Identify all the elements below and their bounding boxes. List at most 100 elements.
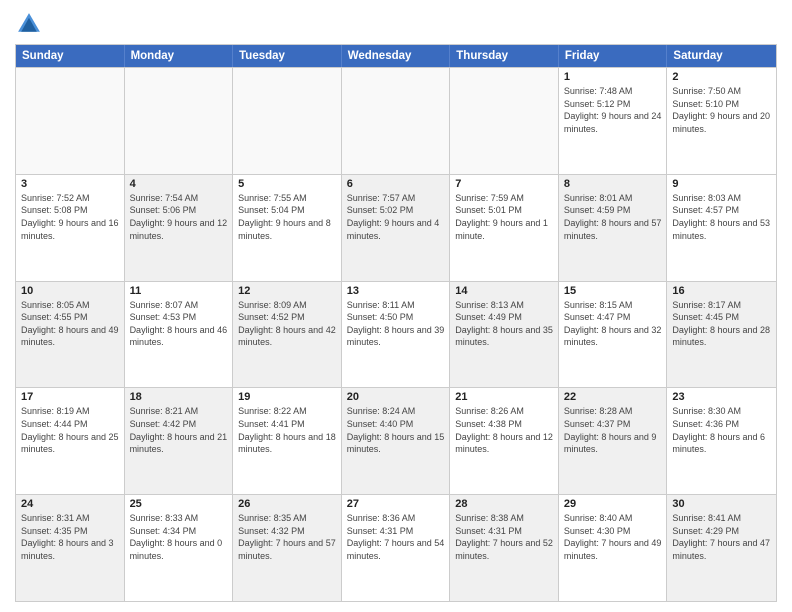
- calendar-cell: 12 Sunrise: 8:09 AM Sunset: 4:52 PM Dayli…: [233, 282, 342, 388]
- calendar-cell: 15 Sunrise: 8:15 AM Sunset: 4:47 PM Dayli…: [559, 282, 668, 388]
- calendar-cell: 26 Sunrise: 8:35 AM Sunset: 4:32 PM Dayli…: [233, 495, 342, 601]
- calendar-cell: 27 Sunrise: 8:36 AM Sunset: 4:31 PM Dayli…: [342, 495, 451, 601]
- day-number: 21: [455, 391, 553, 403]
- day-number: 27: [347, 498, 445, 510]
- day-info: Sunrise: 8:22 AM Sunset: 4:41 PM Dayligh…: [238, 405, 336, 455]
- day-number: 9: [672, 178, 771, 190]
- day-number: 20: [347, 391, 445, 403]
- calendar-cell: 11Sunrise: 8:07 AM Sunset: 4:53 PM Dayli…: [125, 282, 234, 388]
- day-number: 19: [238, 391, 336, 403]
- day-info: Sunrise: 7:50 AM Sunset: 5:10 PM Dayligh…: [672, 85, 771, 135]
- day-info: Sunrise: 8:21 AM Sunset: 4:42 PM Dayligh…: [130, 405, 228, 455]
- day-of-week-header: Saturday: [667, 45, 776, 67]
- calendar-cell: 18 Sunrise: 8:21 AM Sunset: 4:42 PM Dayli…: [125, 388, 234, 494]
- day-info: Sunrise: 8:28 AM Sunset: 4:37 PM Dayligh…: [564, 405, 662, 455]
- day-number: 25: [130, 498, 228, 510]
- day-number: 5: [238, 178, 336, 190]
- day-number: 28: [455, 498, 553, 510]
- day-info: Sunrise: 8:11 AM Sunset: 4:50 PM Dayligh…: [347, 299, 445, 349]
- day-number: 7: [455, 178, 553, 190]
- calendar-cell: 8 Sunrise: 8:01 AM Sunset: 4:59 PM Daylig…: [559, 175, 668, 281]
- calendar-cell: 2 Sunrise: 7:50 AM Sunset: 5:10 PM Daylig…: [667, 68, 776, 174]
- day-info: Sunrise: 7:59 AM Sunset: 5:01 PM Dayligh…: [455, 192, 553, 242]
- calendar-cell: 5 Sunrise: 7:55 AM Sunset: 5:04 PM Daylig…: [233, 175, 342, 281]
- calendar-body: 1 Sunrise: 7:48 AM Sunset: 5:12 PM Daylig…: [16, 67, 776, 601]
- day-number: 17: [21, 391, 119, 403]
- day-info: Sunrise: 8:15 AM Sunset: 4:47 PM Dayligh…: [564, 299, 662, 349]
- day-number: 3: [21, 178, 119, 190]
- calendar-row: 3 Sunrise: 7:52 AM Sunset: 5:08 PM Daylig…: [16, 174, 776, 281]
- calendar-cell: 7 Sunrise: 7:59 AM Sunset: 5:01 PM Daylig…: [450, 175, 559, 281]
- logo-icon: [15, 10, 43, 38]
- calendar-cell: 28 Sunrise: 8:38 AM Sunset: 4:31 PM Dayli…: [450, 495, 559, 601]
- calendar: SundayMondayTuesdayWednesdayThursdayFrid…: [15, 44, 777, 602]
- day-number: 16: [672, 285, 771, 297]
- day-info: Sunrise: 7:55 AM Sunset: 5:04 PM Dayligh…: [238, 192, 336, 242]
- calendar-header: SundayMondayTuesdayWednesdayThursdayFrid…: [16, 45, 776, 67]
- calendar-cell: 16 Sunrise: 8:17 AM Sunset: 4:45 PM Dayli…: [667, 282, 776, 388]
- day-info: Sunrise: 7:48 AM Sunset: 5:12 PM Dayligh…: [564, 85, 662, 135]
- day-info: Sunrise: 8:07 AM Sunset: 4:53 PM Dayligh…: [130, 299, 228, 349]
- calendar-cell: 13Sunrise: 8:11 AM Sunset: 4:50 PM Dayli…: [342, 282, 451, 388]
- calendar-row: 24Sunrise: 8:31 AM Sunset: 4:35 PM Dayli…: [16, 494, 776, 601]
- calendar-row: 10Sunrise: 8:05 AM Sunset: 4:55 PM Dayli…: [16, 281, 776, 388]
- day-number: 1: [564, 71, 662, 83]
- day-number: 6: [347, 178, 445, 190]
- calendar-cell: 25 Sunrise: 8:33 AM Sunset: 4:34 PM Dayli…: [125, 495, 234, 601]
- calendar-cell: 9Sunrise: 8:03 AM Sunset: 4:57 PM Daylig…: [667, 175, 776, 281]
- day-info: Sunrise: 8:01 AM Sunset: 4:59 PM Dayligh…: [564, 192, 662, 242]
- day-number: 8: [564, 178, 662, 190]
- day-info: Sunrise: 8:13 AM Sunset: 4:49 PM Dayligh…: [455, 299, 553, 349]
- page: SundayMondayTuesdayWednesdayThursdayFrid…: [0, 0, 792, 612]
- day-info: Sunrise: 8:35 AM Sunset: 4:32 PM Dayligh…: [238, 512, 336, 562]
- day-number: 10: [21, 285, 119, 297]
- logo: [15, 10, 47, 38]
- day-of-week-header: Sunday: [16, 45, 125, 67]
- day-info: Sunrise: 8:33 AM Sunset: 4:34 PM Dayligh…: [130, 512, 228, 562]
- day-number: 2: [672, 71, 771, 83]
- calendar-cell: 4 Sunrise: 7:54 AM Sunset: 5:06 PM Daylig…: [125, 175, 234, 281]
- calendar-cell: 3 Sunrise: 7:52 AM Sunset: 5:08 PM Daylig…: [16, 175, 125, 281]
- day-number: 15: [564, 285, 662, 297]
- calendar-cell: 1 Sunrise: 7:48 AM Sunset: 5:12 PM Daylig…: [559, 68, 668, 174]
- day-info: Sunrise: 7:52 AM Sunset: 5:08 PM Dayligh…: [21, 192, 119, 242]
- calendar-cell: 23 Sunrise: 8:30 AM Sunset: 4:36 PM Dayli…: [667, 388, 776, 494]
- calendar-row: 1 Sunrise: 7:48 AM Sunset: 5:12 PM Daylig…: [16, 67, 776, 174]
- day-of-week-header: Wednesday: [342, 45, 451, 67]
- day-number: 23: [672, 391, 771, 403]
- day-number: 12: [238, 285, 336, 297]
- day-info: Sunrise: 8:41 AM Sunset: 4:29 PM Dayligh…: [672, 512, 771, 562]
- calendar-row: 17 Sunrise: 8:19 AM Sunset: 4:44 PM Dayli…: [16, 387, 776, 494]
- day-of-week-header: Monday: [125, 45, 234, 67]
- day-info: Sunrise: 8:38 AM Sunset: 4:31 PM Dayligh…: [455, 512, 553, 562]
- day-info: Sunrise: 8:19 AM Sunset: 4:44 PM Dayligh…: [21, 405, 119, 455]
- calendar-cell: 14 Sunrise: 8:13 AM Sunset: 4:49 PM Dayli…: [450, 282, 559, 388]
- day-info: Sunrise: 8:17 AM Sunset: 4:45 PM Dayligh…: [672, 299, 771, 349]
- day-number: 14: [455, 285, 553, 297]
- day-info: Sunrise: 8:09 AM Sunset: 4:52 PM Dayligh…: [238, 299, 336, 349]
- day-number: 30: [672, 498, 771, 510]
- calendar-cell: [233, 68, 342, 174]
- day-number: 18: [130, 391, 228, 403]
- day-info: Sunrise: 7:54 AM Sunset: 5:06 PM Dayligh…: [130, 192, 228, 242]
- calendar-cell: 29Sunrise: 8:40 AM Sunset: 4:30 PM Dayli…: [559, 495, 668, 601]
- calendar-cell: 6Sunrise: 7:57 AM Sunset: 5:02 PM Daylig…: [342, 175, 451, 281]
- day-number: 24: [21, 498, 119, 510]
- day-info: Sunrise: 8:40 AM Sunset: 4:30 PM Dayligh…: [564, 512, 662, 562]
- day-of-week-header: Friday: [559, 45, 668, 67]
- calendar-cell: [16, 68, 125, 174]
- day-info: Sunrise: 8:36 AM Sunset: 4:31 PM Dayligh…: [347, 512, 445, 562]
- calendar-cell: [450, 68, 559, 174]
- day-of-week-header: Thursday: [450, 45, 559, 67]
- day-info: Sunrise: 8:26 AM Sunset: 4:38 PM Dayligh…: [455, 405, 553, 455]
- day-info: Sunrise: 8:30 AM Sunset: 4:36 PM Dayligh…: [672, 405, 771, 455]
- calendar-cell: [342, 68, 451, 174]
- calendar-cell: 30 Sunrise: 8:41 AM Sunset: 4:29 PM Dayli…: [667, 495, 776, 601]
- calendar-cell: 24Sunrise: 8:31 AM Sunset: 4:35 PM Dayli…: [16, 495, 125, 601]
- day-number: 26: [238, 498, 336, 510]
- day-number: 4: [130, 178, 228, 190]
- calendar-cell: [125, 68, 234, 174]
- calendar-cell: 22Sunrise: 8:28 AM Sunset: 4:37 PM Dayli…: [559, 388, 668, 494]
- calendar-cell: 21 Sunrise: 8:26 AM Sunset: 4:38 PM Dayli…: [450, 388, 559, 494]
- calendar-cell: 20Sunrise: 8:24 AM Sunset: 4:40 PM Dayli…: [342, 388, 451, 494]
